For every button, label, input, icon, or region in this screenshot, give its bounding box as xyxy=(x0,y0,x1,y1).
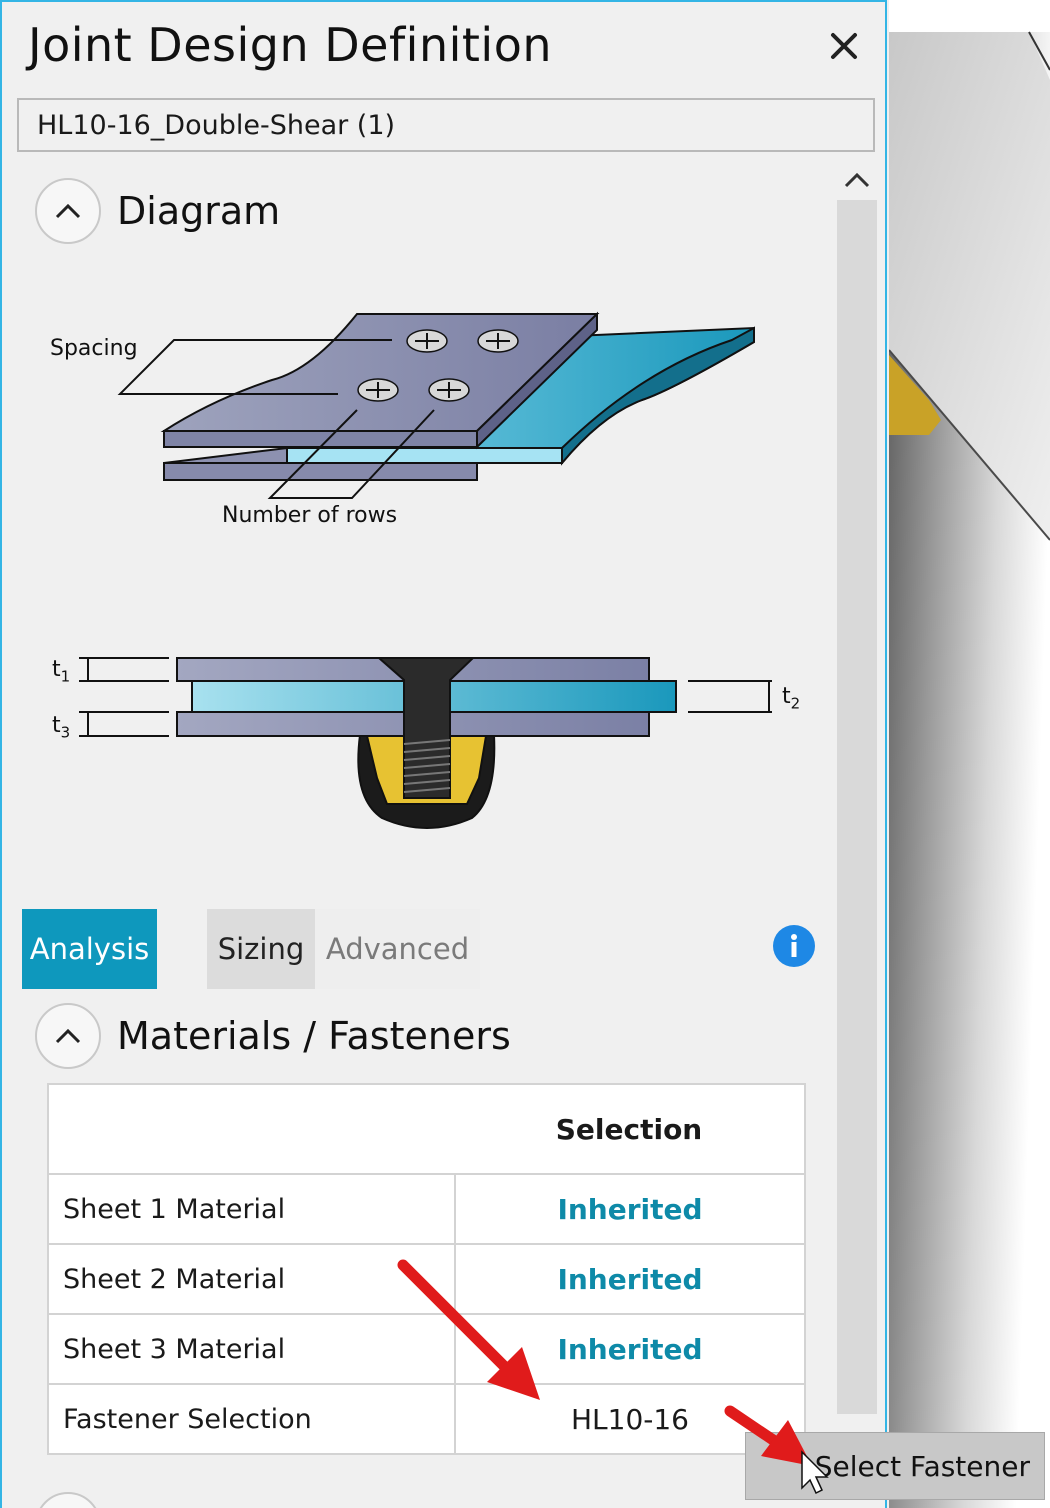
materials-collapse-button[interactable] xyxy=(35,1003,101,1069)
3d-viewport[interactable] xyxy=(889,0,1050,1508)
diagram-section-header: Diagram xyxy=(35,178,280,244)
table-row: Sheet 2 Material Inherited xyxy=(49,1243,804,1313)
dialog-title: Joint Design Definition xyxy=(28,18,552,72)
select-fastener-tooltip: Select Fastener xyxy=(745,1432,1045,1500)
sheet2-material-selection[interactable]: Inherited xyxy=(454,1245,804,1313)
row-label: Sheet 1 Material xyxy=(63,1193,286,1225)
sheet3-material-selection[interactable]: Inherited xyxy=(454,1315,804,1383)
panel-accent-line xyxy=(2,0,885,2)
tab-analysis[interactable]: Analysis xyxy=(22,909,157,989)
info-icon xyxy=(791,934,797,957)
materials-section-header: Materials / Fasteners xyxy=(35,1003,511,1069)
chevron-up-icon xyxy=(55,1028,81,1044)
selection-column-header: Selection xyxy=(555,1112,703,1146)
info-button[interactable] xyxy=(773,925,815,967)
materials-section-title: Materials / Fasteners xyxy=(117,1014,511,1058)
chevron-up-icon xyxy=(55,203,81,219)
tab-sizing[interactable]: Sizing xyxy=(207,909,315,989)
row-label: Fastener Selection xyxy=(63,1403,312,1435)
t1-label: t1 xyxy=(52,657,71,686)
t3-label: t3 xyxy=(52,713,71,742)
table-row: Fastener Selection HL10-16 xyxy=(49,1383,804,1453)
scroll-up-button[interactable] xyxy=(837,162,877,198)
row-label: Sheet 3 Material xyxy=(63,1333,286,1365)
joint-cross-section-diagram xyxy=(79,657,772,829)
diagram-section-title: Diagram xyxy=(117,189,281,233)
vertical-scrollbar[interactable] xyxy=(837,162,877,1414)
tab-advanced[interactable]: Advanced xyxy=(315,909,480,989)
t2-label: t2 xyxy=(782,684,801,713)
table-row: Sheet 3 Material Inherited xyxy=(49,1313,804,1383)
table-header-row: Selection xyxy=(49,1085,804,1173)
scrollbar-thumb[interactable] xyxy=(837,200,877,1414)
row-label: Sheet 2 Material xyxy=(63,1263,286,1295)
analysis-tabs: Analysis Sizing Advanced xyxy=(22,909,480,989)
joint-design-panel: Joint Design Definition Diagram xyxy=(0,0,887,1508)
sheet1-material-selection[interactable]: Inherited xyxy=(454,1175,804,1243)
spacing-label: Spacing xyxy=(50,336,138,361)
number-of-rows-label: Number of rows xyxy=(222,503,398,528)
next-section-collapse-button[interactable] xyxy=(35,1492,101,1508)
viewport-render xyxy=(889,0,1050,1508)
diagram-collapse-button[interactable] xyxy=(35,178,101,244)
close-button[interactable] xyxy=(822,24,866,68)
materials-table: Selection Sheet 1 Material Inherited She… xyxy=(47,1083,806,1455)
joint-3d-diagram xyxy=(117,311,755,499)
chevron-up-icon xyxy=(844,172,870,188)
close-icon xyxy=(831,33,857,59)
joint-name-input[interactable] xyxy=(17,98,875,152)
table-row: Sheet 1 Material Inherited xyxy=(49,1173,804,1243)
